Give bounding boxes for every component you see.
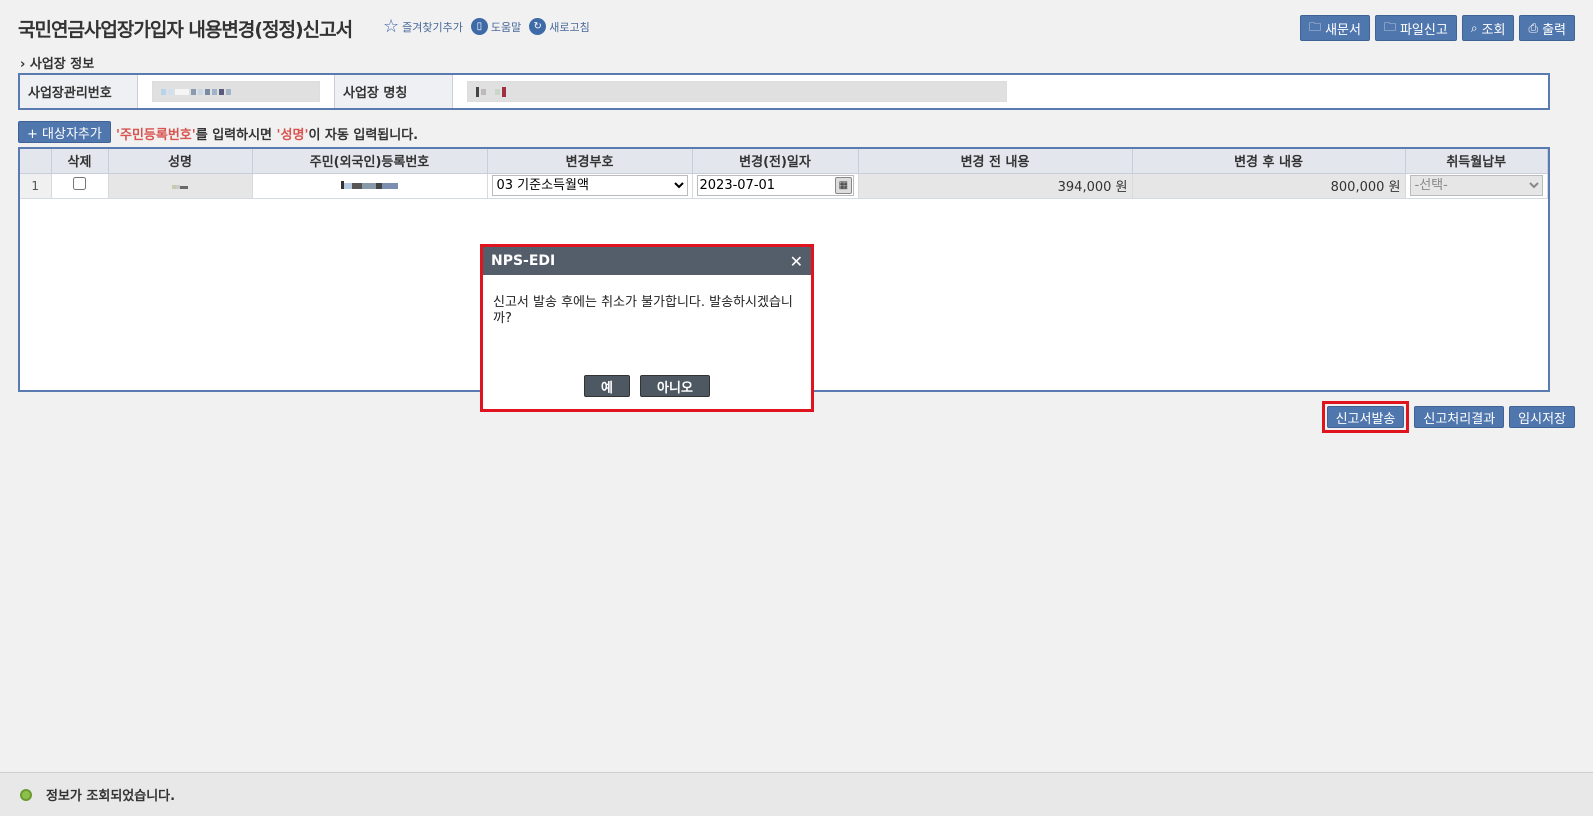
- col-header-delete: 삭제: [51, 149, 109, 174]
- col-header-acq: 취득월납부: [1405, 149, 1548, 174]
- refresh-label: 새로고침: [549, 20, 590, 34]
- print-label: 출력: [1542, 22, 1566, 38]
- rrn-cell[interactable]: [252, 173, 488, 199]
- search-label: 조회: [1481, 22, 1506, 38]
- dialog-title: NPS-EDI: [491, 253, 556, 269]
- status-indicator-icon: [20, 788, 32, 801]
- new-document-label: 새문서: [1325, 22, 1361, 38]
- delete-cell: [51, 173, 109, 199]
- before-value: 394,000 원: [858, 173, 1133, 199]
- search-button[interactable]: ⌕ 조회: [1461, 15, 1515, 41]
- status-bar: 정보가 조회되었습니다.: [0, 772, 1593, 816]
- page-title: 국민연금사업장가입자 내용변경(정정)신고서: [18, 19, 353, 41]
- hint-mid: 를 입력하시면: [195, 128, 277, 143]
- help-label: 도움말: [490, 20, 522, 34]
- add-subject-button[interactable]: + 대상자추가: [18, 121, 111, 143]
- star-icon: ☆: [383, 15, 400, 37]
- help-link[interactable]: ▯ 도움말: [470, 18, 522, 35]
- dialog-message: 신고서 발송 후에는 취소가 불가합니다. 발송하시겠습니까?: [493, 295, 793, 326]
- folder-icon: 🗀: [1309, 19, 1322, 34]
- yes-button[interactable]: 예: [584, 375, 630, 397]
- refresh-icon: ↻: [529, 18, 547, 35]
- dialog-buttons: 예 아니오: [483, 375, 811, 397]
- col-header-before: 변경 전 내용: [858, 149, 1133, 174]
- search-icon: ⌕: [1470, 20, 1478, 35]
- section-title: › 사업장 정보: [20, 57, 95, 72]
- header-links: ☆ 즐겨찾기추가 ▯ 도움말 ↻ 새로고침: [383, 15, 590, 37]
- mgmt-number-cell: [138, 75, 335, 108]
- new-document-button[interactable]: 🗀 새문서: [1300, 15, 1370, 41]
- change-date-cell: ▦: [692, 173, 859, 199]
- temp-save-button[interactable]: 임시저장: [1509, 406, 1575, 428]
- bottom-actions: 신고서발송 신고처리결과 임시저장: [1321, 401, 1575, 433]
- dialog-title-bar: NPS-EDI ✕: [483, 247, 811, 275]
- acq-cell: -선택-: [1405, 173, 1548, 199]
- report-result-button[interactable]: 신고처리결과: [1414, 406, 1505, 428]
- delete-checkbox[interactable]: [73, 177, 86, 190]
- after-value[interactable]: 800,000 원: [1132, 173, 1406, 199]
- no-button[interactable]: 아니오: [640, 375, 710, 397]
- book-icon: ▯: [470, 18, 488, 35]
- grid-header-row: 삭제 성명 주민(외국인)등록번호 변경부호 변경(전)일자 변경 전 내용 변…: [20, 149, 1548, 174]
- print-icon: ⎙: [1528, 20, 1539, 35]
- close-icon[interactable]: ✕: [790, 252, 803, 271]
- change-date-input[interactable]: [697, 178, 836, 193]
- hint-end: 이 자동 입력됩니다.: [308, 128, 419, 143]
- workplace-info-box: 사업장관리번호 사업장 명칭: [18, 73, 1550, 110]
- workplace-name-cell: [453, 75, 1021, 108]
- change-code-select[interactable]: 03 기준소득월액: [491, 175, 688, 196]
- status-text: 정보가 조회되었습니다.: [46, 789, 176, 804]
- bookmark-label: 즐겨찾기추가: [402, 20, 463, 34]
- print-button[interactable]: ⎙ 출력: [1519, 15, 1575, 41]
- hint-rrn: '주민등록번호': [116, 128, 196, 143]
- change-date-field: ▦: [696, 175, 854, 196]
- send-button-highlight: 신고서발송: [1321, 401, 1410, 433]
- col-header-change-code: 변경부호: [487, 149, 693, 174]
- name-cell: [108, 173, 253, 199]
- table-row: 1 03 기준소득월액 ▦: [20, 173, 1548, 199]
- top-toolbar: 🗀 새문서 🗀 파일신고 ⌕ 조회 ⎙ 출력: [1300, 15, 1575, 41]
- col-header-name: 성명: [108, 149, 253, 174]
- send-report-button[interactable]: 신고서발송: [1326, 406, 1405, 428]
- mgmt-number-label: 사업장관리번호: [20, 75, 138, 108]
- file-report-button[interactable]: 🗀 파일신고: [1374, 15, 1457, 41]
- col-header-rrn: 주민(외국인)등록번호: [252, 149, 488, 174]
- row-number: 1: [20, 173, 52, 199]
- acq-select[interactable]: -선택-: [1409, 175, 1543, 196]
- col-header-no: [20, 149, 52, 174]
- confirm-dialog: NPS-EDI ✕ 신고서 발송 후에는 취소가 불가합니다. 발송하시겠습니까…: [480, 244, 814, 412]
- file-report-label: 파일신고: [1399, 22, 1448, 38]
- folder-icon: 🗀: [1383, 19, 1396, 34]
- refresh-link[interactable]: ↻ 새로고침: [529, 18, 590, 35]
- col-header-change-date: 변경(전)일자: [692, 149, 859, 174]
- change-code-cell: 03 기준소득월액: [487, 173, 693, 199]
- workplace-name-label: 사업장 명칭: [335, 75, 453, 108]
- workplace-name-field[interactable]: [467, 81, 1007, 102]
- mgmt-number-field[interactable]: [152, 81, 320, 102]
- hint-text: '주민등록번호'를 입력하시면 '성명'이 자동 입력됩니다.: [116, 124, 418, 143]
- calendar-icon[interactable]: ▦: [835, 177, 852, 194]
- hint-name: '성명': [276, 128, 309, 143]
- bookmark-link[interactable]: ☆ 즐겨찾기추가: [383, 15, 463, 37]
- col-header-after: 변경 후 내용: [1132, 149, 1406, 174]
